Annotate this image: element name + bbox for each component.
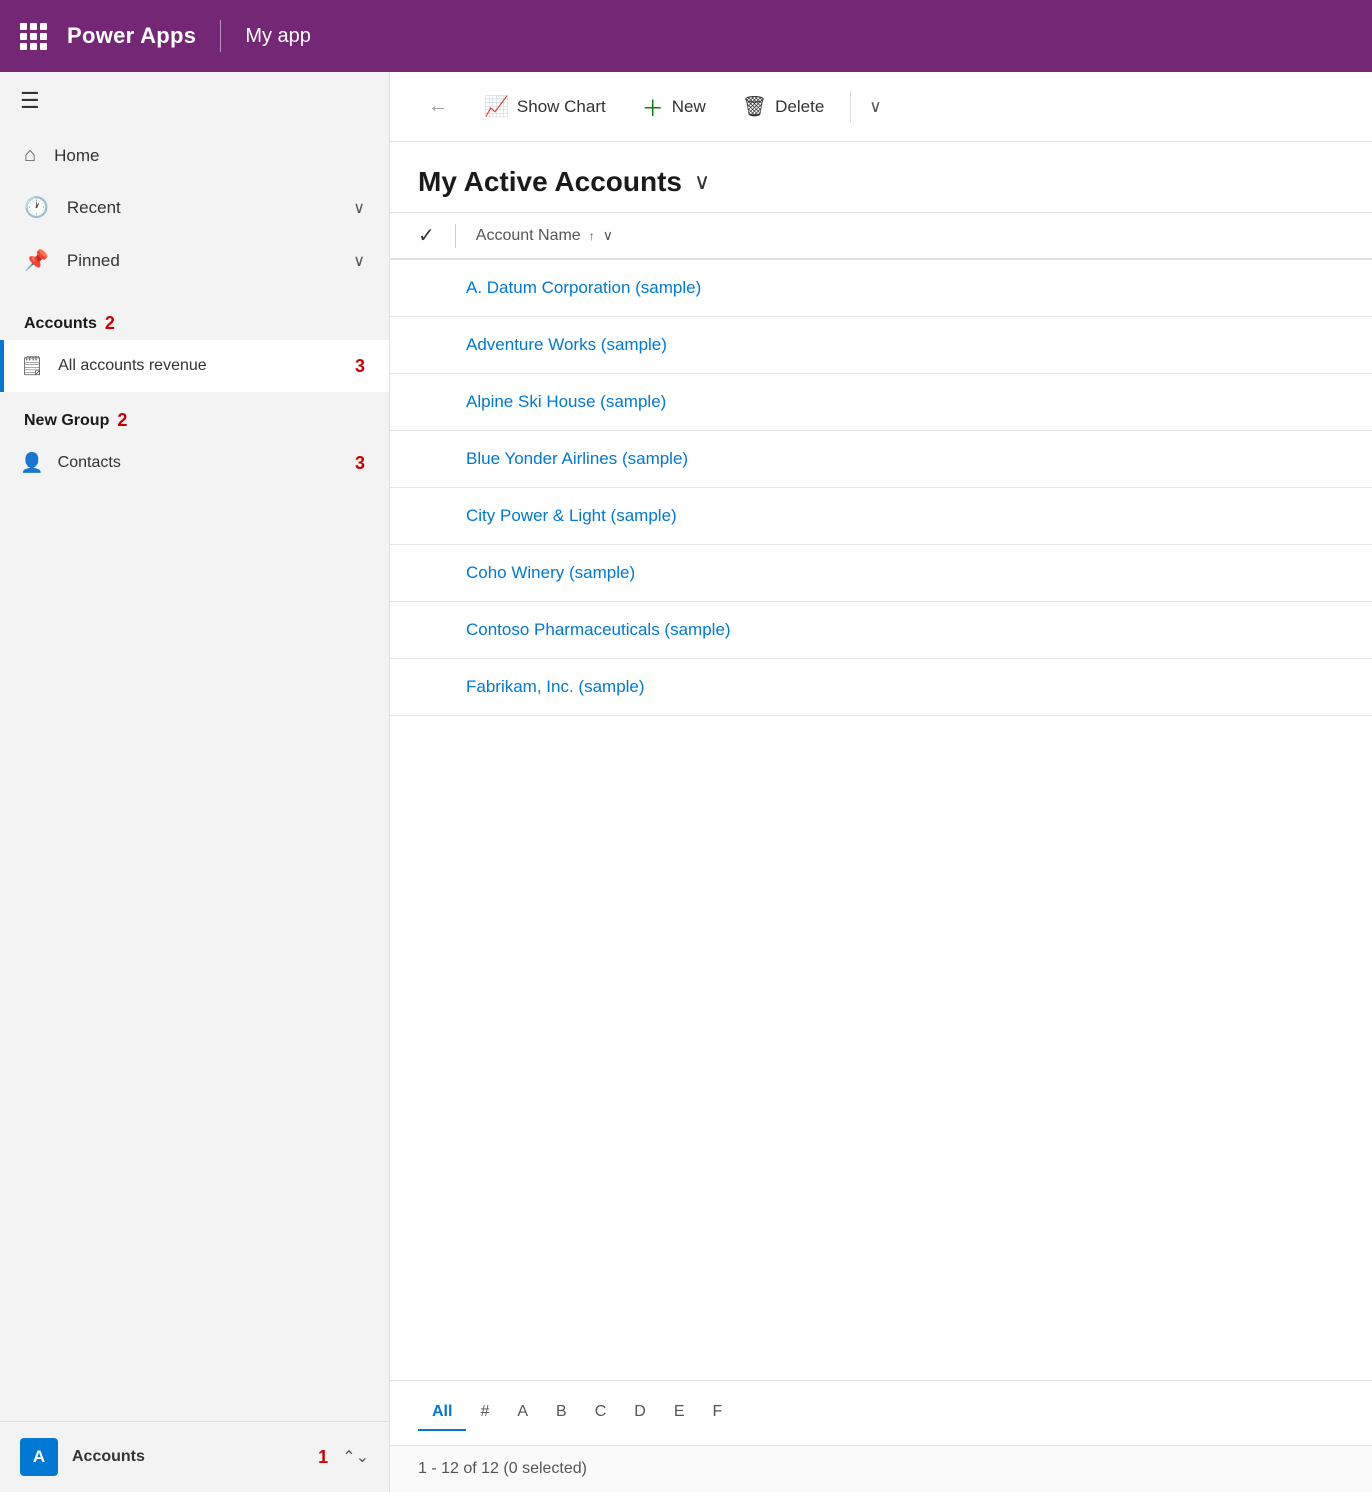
table-row[interactable]: Alpine Ski House (sample): [390, 374, 1372, 431]
sort-chevron-icon: ∨: [603, 227, 613, 244]
new-group-badge: 2: [117, 410, 127, 431]
accounts-badge: 2: [105, 313, 115, 334]
pagination-letter-#[interactable]: #: [466, 1395, 503, 1431]
hamburger-icon[interactable]: ☰: [20, 90, 369, 112]
title-chevron-icon[interactable]: ∨: [694, 169, 710, 195]
delete-icon: 🗑: [742, 94, 767, 119]
account-link[interactable]: City Power & Light (sample): [466, 506, 677, 526]
home-icon: ⌂: [24, 144, 36, 167]
chart-icon: 📈: [484, 94, 509, 119]
page-title-bar: My Active Accounts ∨: [390, 142, 1372, 212]
active-indicator: [0, 340, 4, 392]
sub-title: My app: [245, 25, 311, 48]
pagination-letter-e[interactable]: E: [660, 1395, 699, 1431]
top-header: Power Apps My app: [0, 0, 1372, 72]
sidebar-footer: A Accounts 1 ⌃⌄: [0, 1421, 389, 1492]
account-name-column-header[interactable]: Account Name ↑ ∨: [476, 227, 613, 245]
sidebar-item-home[interactable]: ⌂ Home: [0, 130, 389, 181]
table-row[interactable]: Blue Yonder Airlines (sample): [390, 431, 1372, 488]
toolbar-divider: [850, 91, 851, 123]
column-divider: [455, 224, 456, 248]
delete-button[interactable]: 🗑 Delete: [728, 86, 839, 127]
pagination-letter-all[interactable]: All: [418, 1395, 466, 1431]
pagination-bar: All#ABCDEF: [390, 1380, 1372, 1445]
all-accounts-icon: 🗒: [20, 354, 44, 378]
sidebar-item-recent[interactable]: 🕐 Recent ∨: [0, 181, 389, 234]
page-title: My Active Accounts: [418, 166, 682, 198]
toolbar: ← 📈 Show Chart ＋ New 🗑 Delete ∨: [390, 72, 1372, 142]
pagination-letter-a[interactable]: A: [503, 1395, 542, 1431]
account-link[interactable]: Alpine Ski House (sample): [466, 392, 666, 412]
footer-account-label: Accounts: [72, 1448, 304, 1466]
sidebar-item-all-accounts-revenue[interactable]: 🗒 All accounts revenue 3: [0, 340, 389, 392]
select-all-checkbox[interactable]: ✓: [418, 223, 435, 248]
table-row[interactable]: City Power & Light (sample): [390, 488, 1372, 545]
footer-chevron-icon: ⌃⌄: [342, 1447, 369, 1467]
pinned-icon: 📌: [24, 248, 49, 273]
main-layout: ☰ ⌂ Home 🕐 Recent ∨ 📌 Pinned ∨ Accounts …: [0, 72, 1372, 1492]
delete-label: Delete: [775, 97, 824, 117]
pagination-letter-d[interactable]: D: [620, 1395, 660, 1431]
account-link[interactable]: Contoso Pharmaceuticals (sample): [466, 620, 731, 640]
header-divider: [220, 20, 221, 52]
account-link[interactable]: Fabrikam, Inc. (sample): [466, 677, 645, 697]
table-row[interactable]: Coho Winery (sample): [390, 545, 1372, 602]
contacts-label: Contacts: [58, 454, 341, 472]
contacts-icon: 👤: [20, 451, 44, 475]
pinned-chevron-icon: ∨: [353, 251, 365, 271]
table-body: A. Datum Corporation (sample) Adventure W…: [390, 260, 1372, 1380]
table-row[interactable]: A. Datum Corporation (sample): [390, 260, 1372, 317]
contacts-badge: 3: [355, 453, 365, 474]
new-group-section: New Group 2 👤 Contacts 3: [0, 392, 389, 489]
app-title: Power Apps: [67, 23, 196, 49]
table-row[interactable]: Contoso Pharmaceuticals (sample): [390, 602, 1372, 659]
chevron-down-icon: ∨: [869, 97, 881, 117]
footer-avatar: A: [20, 1438, 58, 1476]
show-chart-button[interactable]: 📈 Show Chart: [470, 86, 620, 127]
recent-chevron-icon: ∨: [353, 198, 365, 218]
new-button[interactable]: ＋ New: [628, 83, 720, 131]
accounts-section-title: Accounts 2: [0, 295, 389, 340]
new-label: New: [672, 97, 706, 117]
sidebar-item-recent-label: Recent: [67, 198, 335, 218]
new-icon: ＋: [642, 91, 664, 123]
new-group-section-title: New Group 2: [0, 392, 389, 437]
more-options-button[interactable]: ∨: [863, 89, 887, 125]
show-chart-label: Show Chart: [517, 97, 606, 117]
accounts-section: Accounts 2 🗒 All accounts revenue 3: [0, 295, 389, 392]
sidebar-item-home-label: Home: [54, 146, 365, 166]
account-link[interactable]: Adventure Works (sample): [466, 335, 667, 355]
account-link[interactable]: Blue Yonder Airlines (sample): [466, 449, 688, 469]
status-bar: 1 - 12 of 12 (0 selected): [390, 1445, 1372, 1492]
sidebar: ☰ ⌂ Home 🕐 Recent ∨ 📌 Pinned ∨ Accounts …: [0, 72, 390, 1492]
footer-account-item[interactable]: A Accounts 1 ⌃⌄: [0, 1422, 389, 1492]
sidebar-item-contacts[interactable]: 👤 Contacts 3: [0, 437, 389, 489]
content-area: ← 📈 Show Chart ＋ New 🗑 Delete ∨ My Activ…: [390, 72, 1372, 1492]
sidebar-nav: ⌂ Home 🕐 Recent ∨ 📌 Pinned ∨: [0, 122, 389, 295]
sidebar-item-pinned[interactable]: 📌 Pinned ∨: [0, 234, 389, 287]
sort-icons: ↑: [589, 229, 595, 243]
sidebar-top: ☰: [0, 72, 389, 122]
table-row[interactable]: Fabrikam, Inc. (sample): [390, 659, 1372, 716]
pagination-letter-f[interactable]: F: [699, 1395, 737, 1431]
sidebar-item-pinned-label: Pinned: [67, 251, 335, 271]
all-accounts-badge: 3: [355, 356, 365, 377]
back-button[interactable]: ←: [414, 87, 462, 126]
account-link[interactable]: A. Datum Corporation (sample): [466, 278, 701, 298]
pagination-letter-c[interactable]: C: [581, 1395, 621, 1431]
pagination-letter-b[interactable]: B: [542, 1395, 581, 1431]
back-icon: ←: [428, 95, 448, 118]
recent-icon: 🕐: [24, 195, 49, 220]
table-header: ✓ Account Name ↑ ∨: [390, 212, 1372, 260]
table-row[interactable]: Adventure Works (sample): [390, 317, 1372, 374]
status-text: 1 - 12 of 12 (0 selected): [418, 1460, 587, 1477]
apps-grid-icon[interactable]: [16, 19, 51, 54]
sort-ascending-icon: ↑: [589, 229, 595, 243]
account-link[interactable]: Coho Winery (sample): [466, 563, 635, 583]
all-accounts-label: All accounts revenue: [58, 357, 341, 375]
account-name-label: Account Name: [476, 227, 581, 245]
footer-badge: 1: [318, 1447, 328, 1468]
